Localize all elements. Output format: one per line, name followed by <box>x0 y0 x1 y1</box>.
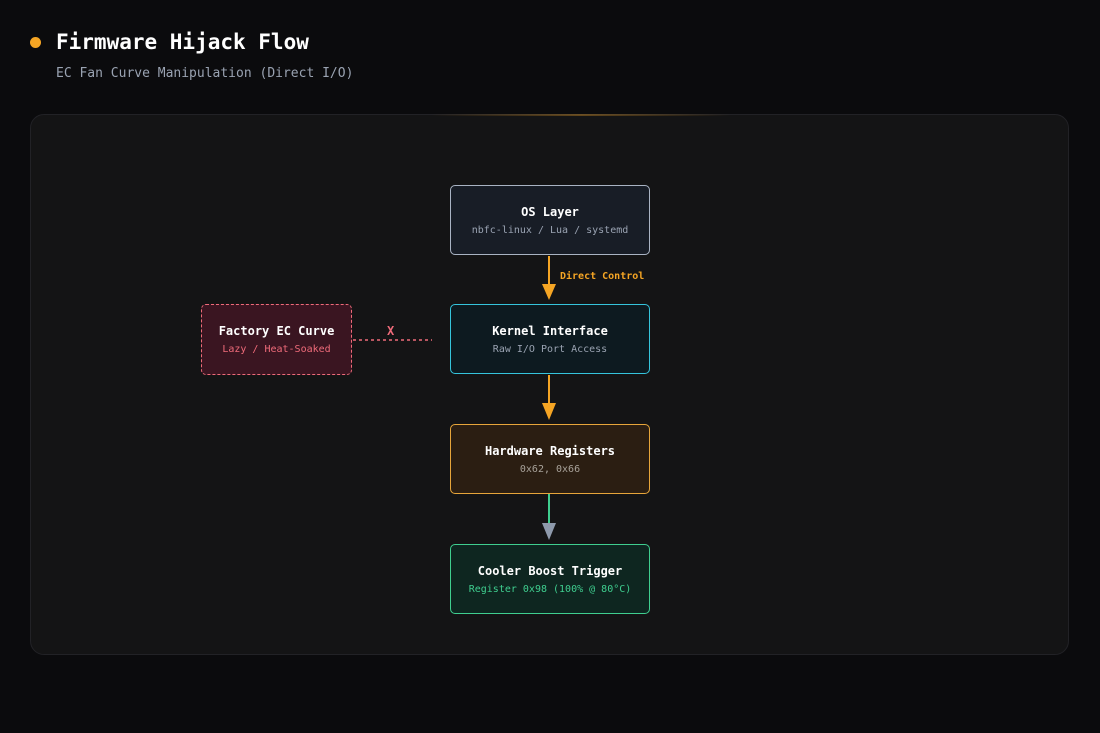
node-subtitle: Register 0x98 (100% @ 80°C) <box>468 583 632 595</box>
node-os-layer: OS Layer nbfc-linux / Lua / systemd <box>450 185 650 255</box>
node-title: Factory EC Curve <box>218 324 335 338</box>
node-subtitle: 0x62, 0x66 <box>519 463 581 475</box>
arrowhead-kernel-hardware <box>542 403 556 420</box>
node-subtitle: Lazy / Heat-Soaked <box>222 344 331 355</box>
node-title: Kernel Interface <box>492 323 608 338</box>
node-hardware-registers: Hardware Registers 0x62, 0x66 <box>450 424 650 494</box>
arrowhead-os-kernel <box>542 284 556 300</box>
edge-label-blocked: X <box>387 324 395 338</box>
node-cooler-boost-trigger: Cooler Boost Trigger Register 0x98 (100%… <box>450 544 650 614</box>
node-title: OS Layer <box>521 204 579 219</box>
node-title: Cooler Boost Trigger <box>477 563 623 578</box>
node-kernel-interface: Kernel Interface Raw I/O Port Access <box>450 304 650 374</box>
node-title: Hardware Registers <box>484 443 616 458</box>
node-subtitle: Raw I/O Port Access <box>492 343 608 355</box>
edge-label-direct-control: Direct Control <box>560 271 645 282</box>
arrowhead-hardware-boost <box>542 523 556 540</box>
node-factory-ec-curve: Factory EC Curve Lazy / Heat-Soaked <box>201 304 352 375</box>
node-subtitle: nbfc-linux / Lua / systemd <box>471 224 629 236</box>
